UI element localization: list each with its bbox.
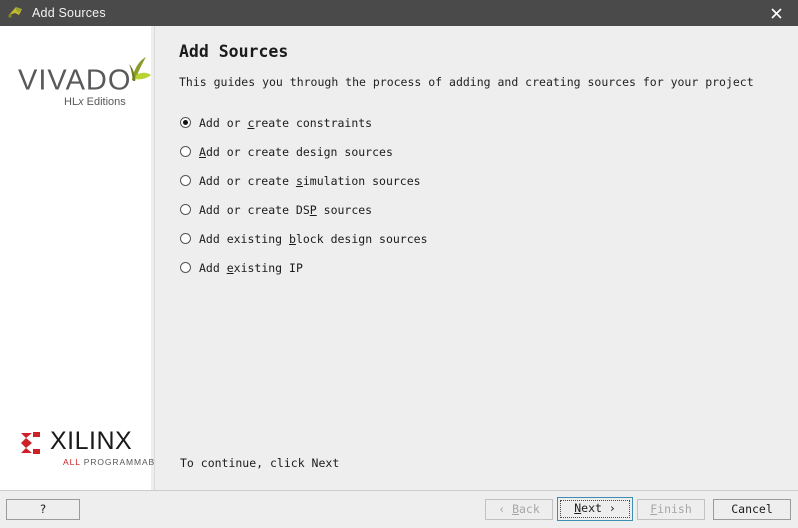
radio-option-label: Add existing block design sources	[199, 231, 428, 246]
next-button[interactable]: Next ›	[557, 497, 633, 521]
radio-option-add-or-create-simulation-sources[interactable]: Add or create simulation sources	[180, 166, 740, 195]
cancel-button[interactable]: Cancel	[713, 499, 791, 520]
radio-button[interactable]	[180, 262, 191, 273]
dialog-body: VIVADO. HLx Editions	[0, 26, 798, 490]
finish-button[interactable]: Finish	[637, 499, 705, 520]
add-sources-dialog: Add Sources VIVADO. HLx Editions	[0, 0, 798, 528]
radio-option-label: Add or create simulation sources	[199, 173, 421, 188]
continue-note: To continue, click Next	[180, 456, 340, 470]
radio-option-add-or-create-dsp-sources[interactable]: Add or create DSP sources	[180, 195, 740, 224]
radio-option-label: Add or create design sources	[199, 144, 393, 159]
focus-ring	[560, 500, 630, 518]
vivado-logo-icon	[7, 4, 25, 22]
vivado-logo: VIVADO. HLx Editions	[16, 57, 151, 118]
radio-option-add-or-create-design-sources[interactable]: Add or create design sources	[180, 137, 740, 166]
title-bar: Add Sources	[0, 0, 798, 26]
vivado-subtitle: HLx Editions	[64, 96, 126, 108]
xilinx-mark-icon	[18, 430, 44, 456]
page-title: Add Sources	[179, 42, 289, 61]
radio-option-add-existing-ip[interactable]: Add existing IP	[180, 253, 740, 282]
radio-button[interactable]	[180, 146, 191, 157]
help-button[interactable]: ?	[6, 499, 80, 520]
xilinx-logo: XILINX ALL PROGRAMMABLE.	[18, 427, 170, 476]
main-panel: Add Sources This guides you through the …	[155, 26, 798, 490]
xilinx-wordmark: XILINX	[50, 427, 133, 455]
radio-button[interactable]	[180, 117, 191, 128]
close-button[interactable]	[754, 0, 798, 26]
back-button[interactable]: ‹ Back	[485, 499, 553, 520]
source-type-radio-group: Add or create constraints Add or create d…	[180, 108, 740, 282]
radio-option-add-or-create-constraints[interactable]: Add or create constraints	[180, 108, 740, 137]
close-icon	[770, 7, 782, 19]
radio-button[interactable]	[180, 204, 191, 215]
page-subtitle: This guides you through the process of a…	[179, 75, 754, 89]
branding-panel: VIVADO. HLx Editions	[0, 26, 170, 490]
window-title: Add Sources	[32, 6, 106, 20]
radio-option-label: Add or create DSP sources	[199, 202, 373, 217]
footer-bar: ? ‹ Back Next › Finish Cancel	[0, 491, 798, 528]
radio-button[interactable]	[180, 175, 191, 186]
radio-option-label: Add or create constraints	[199, 115, 373, 130]
radio-option-add-existing-block-design-sources[interactable]: Add existing block design sources	[180, 224, 740, 253]
vivado-leaf-icon	[118, 54, 152, 88]
radio-button[interactable]	[180, 233, 191, 244]
radio-option-label: Add existing IP	[199, 260, 303, 275]
